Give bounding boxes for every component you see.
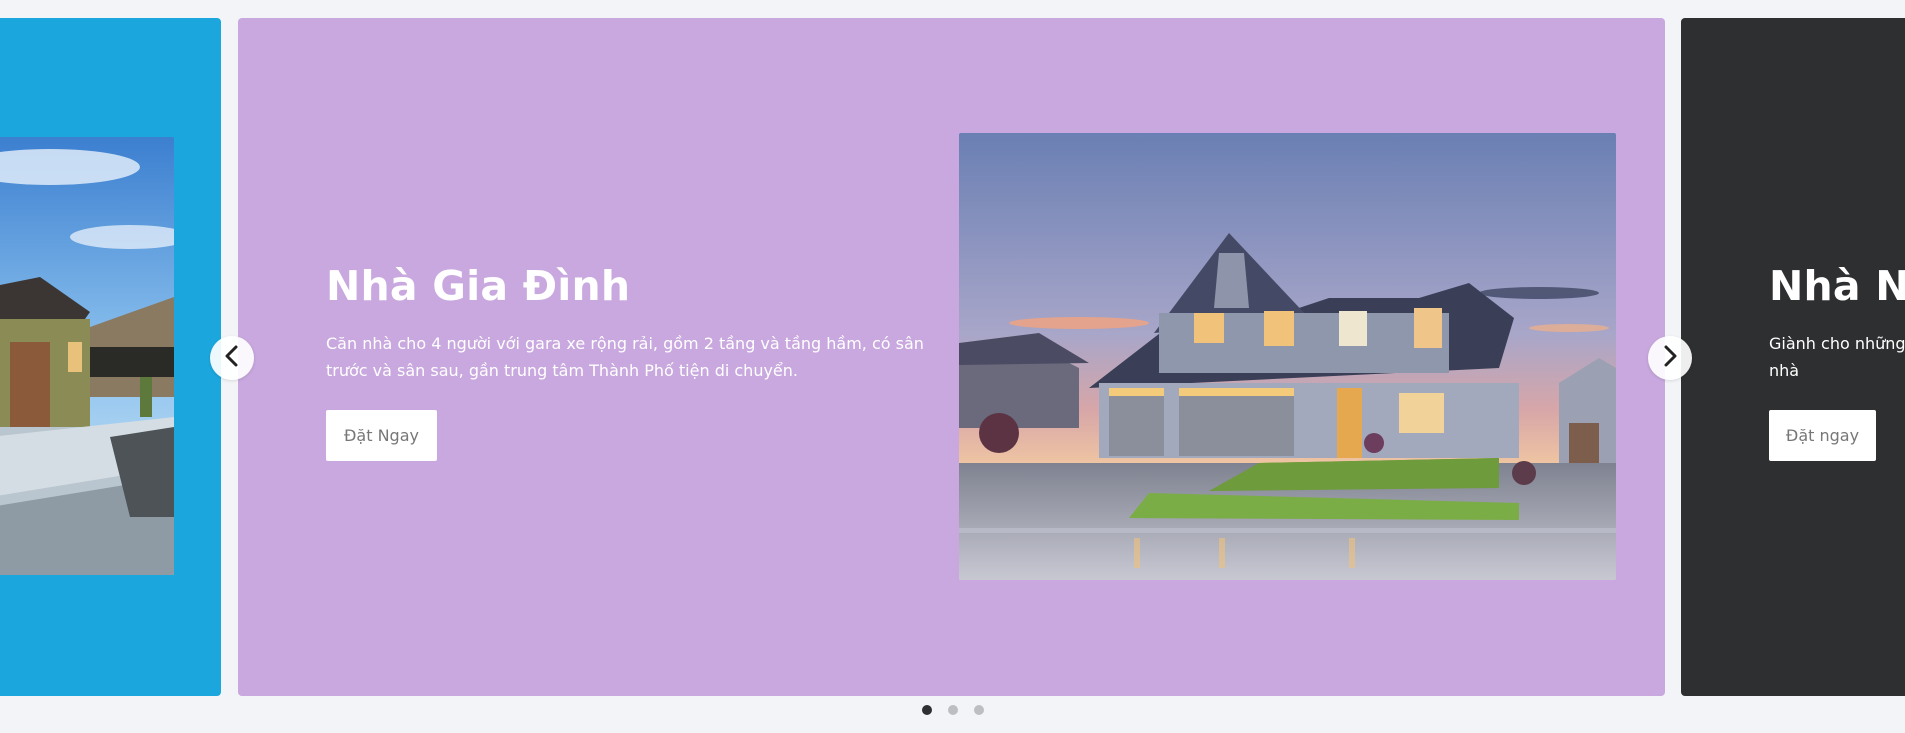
slide-description: Giành cho những n nông trại với 1 nhà: [1769, 330, 1905, 384]
slide-description-text: Giành cho những n nông trại với 1 nhà: [1769, 334, 1905, 380]
chevron-left-icon: [223, 345, 241, 371]
pagination-dot-1[interactable]: [921, 705, 932, 715]
carousel-slide-prev[interactable]: [0, 18, 221, 696]
pagination-dot-3[interactable]: [973, 705, 984, 715]
chevron-right-icon: [1661, 345, 1679, 371]
slide-title: Nhà Nô: [1769, 262, 1905, 310]
pagination-dot-2[interactable]: [947, 705, 958, 715]
carousel-slide-next[interactable]: Nhà Nô Giành cho những n nông trại với 1…: [1681, 18, 1905, 696]
book-now-button[interactable]: Đặt ngay: [1769, 410, 1876, 461]
carousel-prev-button[interactable]: [210, 336, 254, 380]
house-photo: [959, 133, 1616, 580]
carousel-pagination: [0, 705, 1905, 715]
house-photo: [0, 137, 174, 575]
carousel-slide-current: Nhà Gia Đình Căn nhà cho 4 người với gar…: [238, 18, 1665, 696]
carousel-next-button[interactable]: [1648, 336, 1692, 380]
slide-description: Căn nhà cho 4 người với gara xe rộng rải…: [326, 334, 924, 380]
carousel: Nhà Gia Đình Căn nhà cho 4 người với gar…: [0, 0, 1905, 733]
book-now-button[interactable]: Đặt Ngay: [326, 410, 437, 461]
slide-title: Nhà Gia Đình: [326, 262, 631, 310]
